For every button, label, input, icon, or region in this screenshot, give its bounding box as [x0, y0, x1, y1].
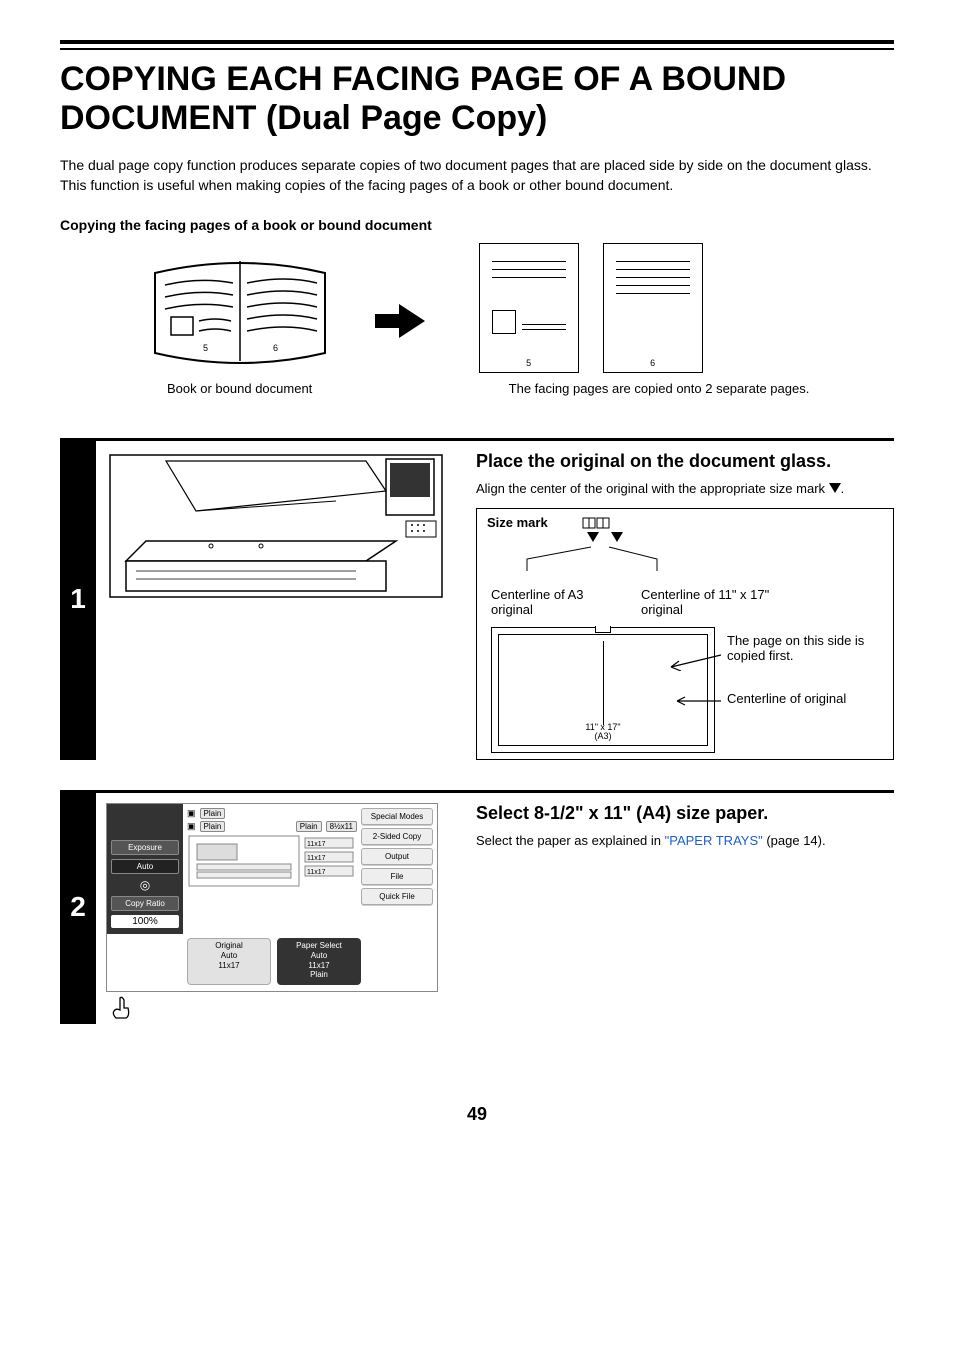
result-page-5: 5 — [479, 243, 579, 373]
centerline-11x17: Centerline of 11" x 17" original — [641, 587, 791, 617]
centerline-a3: Centerline of A3 original — [491, 587, 601, 617]
intro-text: The dual page copy function produces sep… — [60, 156, 894, 195]
paper-type: Plain — [200, 821, 226, 832]
original-button[interactable]: Original Auto 11x17 — [187, 938, 271, 984]
bracket-lines — [497, 545, 697, 573]
paper-trays-link[interactable]: "PAPER TRAYS" — [665, 833, 763, 848]
annotation-copied-first: The page on this side is copied first. — [727, 633, 897, 663]
book-page-6: 6 — [273, 343, 278, 353]
scanner-illustration — [106, 451, 456, 760]
svg-text:11x17: 11x17 — [307, 855, 326, 862]
size-mark-diagram: Size mark Centerline of A3 original Cent… — [476, 508, 894, 760]
touch-panel: Exposure Auto ◎ Copy Ratio 100% ▣ Plain ▣… — [106, 803, 438, 991]
illustration-row: 5 6 Book or bound document 5 6 The facin… — [60, 243, 894, 398]
svg-text:11x17: 11x17 — [307, 869, 326, 876]
printer-tray-icon: 11x17 11x17 11x17 — [187, 834, 357, 888]
page-number: 49 — [60, 1104, 894, 1125]
result-caption: The facing pages are copied onto 2 separ… — [509, 381, 810, 398]
step-2: 2 Exposure Auto ◎ Copy Ratio 100% ▣ Plain… — [60, 790, 894, 1023]
copy-ratio-label: Copy Ratio — [111, 896, 179, 911]
glass-size-label: 11" x 17" (A3) — [585, 723, 620, 741]
book-mark-icon — [582, 517, 612, 529]
arrow-icon — [663, 651, 723, 671]
result-page-6: 6 — [603, 243, 703, 373]
section-rule — [60, 40, 894, 50]
exposure-label: Exposure — [111, 840, 179, 855]
triangle-down-icon — [587, 532, 599, 542]
size-mark-label: Size mark — [487, 515, 548, 530]
arrow-icon — [375, 314, 399, 328]
open-book-icon: 5 6 — [145, 243, 335, 373]
svg-text:11x17: 11x17 — [307, 841, 326, 848]
step-number: 1 — [60, 438, 96, 760]
special-modes-button[interactable]: Special Modes — [361, 808, 433, 825]
tray-icon: ▣ — [187, 821, 196, 832]
step-number: 2 — [60, 790, 96, 1023]
exposure-value: Auto — [111, 859, 179, 874]
triangle-down-icon — [829, 483, 841, 493]
step-2-title: Select 8-1/2" x 11" (A4) size paper. — [476, 803, 894, 824]
tray-icon: ▣ — [187, 808, 196, 819]
page-title: COPYING EACH FACING PAGE OF A BOUND DOCU… — [60, 60, 894, 138]
paper-select-button[interactable]: Paper Select Auto 11x17 Plain — [277, 938, 361, 984]
book-caption: Book or bound document — [145, 381, 335, 398]
two-sided-button[interactable]: 2-Sided Copy — [361, 828, 433, 845]
step-2-text: Select the paper as explained in "PAPER … — [476, 832, 894, 850]
paper-type: Plain — [200, 808, 226, 819]
document-glass: 11" x 17" (A3) — [491, 627, 715, 753]
hand-pointer-icon — [106, 994, 456, 1024]
step-1-title: Place the original on the document glass… — [476, 451, 894, 472]
book-illustration: 5 6 Book or bound document — [145, 243, 335, 398]
output-button[interactable]: Output — [361, 848, 433, 865]
book-page-5: 5 — [203, 343, 208, 353]
arrow-icon — [673, 695, 723, 707]
file-button[interactable]: File — [361, 868, 433, 885]
touch-panel-illustration: Exposure Auto ◎ Copy Ratio 100% ▣ Plain ▣… — [106, 803, 456, 1023]
scanner-icon — [106, 451, 446, 601]
dial-icon: ◎ — [111, 878, 179, 892]
copy-ratio-value: 100% — [111, 915, 179, 928]
result-illustration: 5 6 The facing pages are copied onto 2 s… — [479, 243, 810, 398]
step-1-text: Align the center of the original with th… — [476, 480, 894, 498]
sub-heading: Copying the facing pages of a book or bo… — [60, 217, 894, 233]
triangle-down-icon — [611, 532, 623, 542]
quick-file-button[interactable]: Quick File — [361, 888, 433, 905]
annotation-centerline: Centerline of original — [727, 691, 897, 706]
step-1: 1 Place the original on the document gla… — [60, 438, 894, 760]
